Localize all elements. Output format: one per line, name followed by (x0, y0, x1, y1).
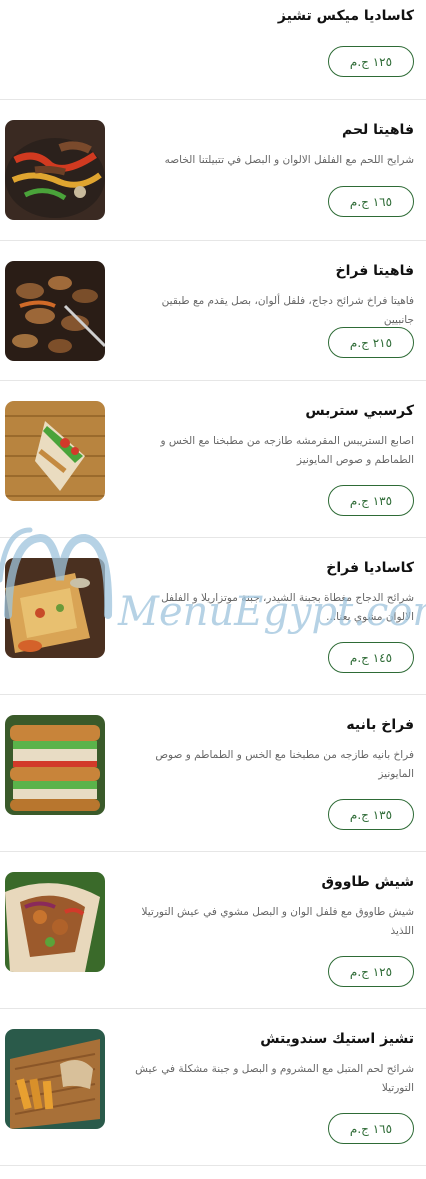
crispy-strips-wrap-photo (5, 401, 105, 501)
beef-fajita-photo (5, 120, 105, 220)
item-description: فاهيتا فراخ شرائح دجاج، فلفل ألوان، بصل … (161, 295, 414, 326)
item-description: فراخ بانيه طازجه من مطبخنا مع الخس و الط… (155, 749, 414, 780)
price-button[interactable]: ١٣٥ ج.م (328, 485, 414, 516)
item-description: شرائح لحم المتبل مع المشروم و البصل و جب… (135, 1063, 414, 1094)
item-name: فاهيتا فراخ (335, 263, 414, 279)
item-name: كرسبي ستربس (305, 403, 414, 419)
item-description: اصابع الستريبس المقرمشه طازجه من مطبخنا … (160, 435, 414, 466)
item-name: فاهيتا لحم (341, 122, 414, 138)
chicken-pane-sandwich-photo (5, 715, 105, 815)
item-name: كاساديا ميكس تشيز (277, 8, 414, 24)
price-button[interactable]: ٢١٥ ج.م (328, 327, 414, 358)
price-button[interactable]: ١٣٥ ج.م (328, 799, 414, 830)
menu-item[interactable]: فاهيتا فراخ فاهيتا فراخ شرائح دجاج، فلفل… (0, 241, 426, 381)
chicken-fajita-photo (5, 261, 105, 361)
menu-item[interactable]: فراخ بانيه فراخ بانيه طازجه من مطبخنا مع… (0, 695, 426, 852)
price-button[interactable]: ١٢٥ ج.م (328, 46, 414, 77)
menu-item[interactable]: شيش طاووق شيش طاووق مع فلفل الوان و البص… (0, 852, 426, 1009)
item-description: شرايح اللحم مع الفلفل الالوان و البصل في… (164, 154, 414, 166)
menu-item[interactable]: تشيز استيك سندويتش شرائح لحم المتبل مع ا… (0, 1009, 426, 1166)
item-name: فراخ بانيه (346, 717, 414, 733)
menu-item[interactable]: كاساديا ميكس تشيز ١٢٥ ج.م (0, 0, 426, 100)
item-name: شيش طاووق (321, 874, 414, 890)
item-description: شيش طاووق مع فلفل الوان و البصل مشوي في … (141, 906, 415, 937)
chicken-quesadilla-photo (5, 558, 105, 658)
menu-item[interactable]: فاهيتا لحم شرايح اللحم مع الفلفل الالوان… (0, 100, 426, 241)
item-description: شرائح الدجاج مغطاة بجبنة الشيدر، جبنة مو… (161, 592, 414, 623)
menu-item[interactable]: كرسبي ستربس اصابع الستريبس المقرمشه طازج… (0, 381, 426, 538)
shish-tawook-wrap-photo (5, 872, 105, 972)
item-name: تشيز استيك سندويتش (260, 1031, 414, 1047)
item-name: كاساديا فراخ (326, 560, 414, 576)
price-button[interactable]: ١٦٥ ج.م (328, 1113, 414, 1144)
price-button[interactable]: ١٢٥ ج.م (328, 956, 414, 987)
menu-item[interactable]: كاساديا فراخ شرائح الدجاج مغطاة بجبنة ال… (0, 538, 426, 695)
price-button[interactable]: ١٦٥ ج.م (328, 186, 414, 217)
cheese-steak-sandwich-photo (5, 1029, 105, 1129)
price-button[interactable]: ١٤٥ ج.م (328, 642, 414, 673)
